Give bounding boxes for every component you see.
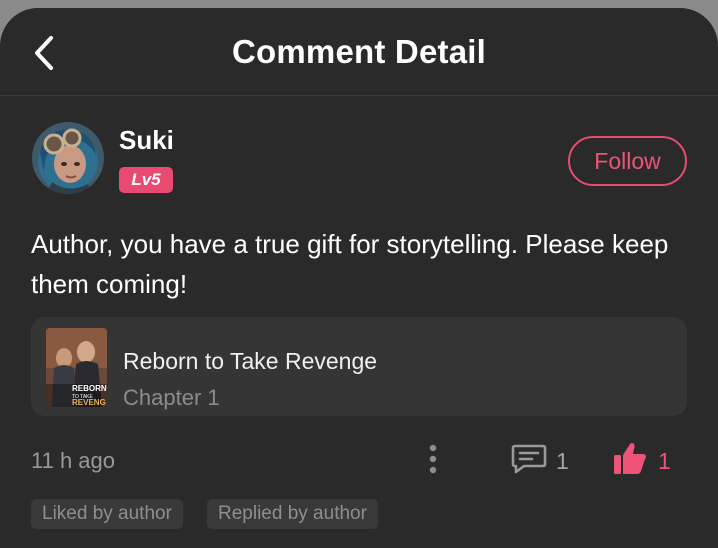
more-button[interactable] [421,442,445,476]
page-title: Comment Detail [231,33,486,70]
follow-button[interactable]: Follow [568,136,687,186]
level-badge: Lv5 [119,167,173,193]
book-title: Reborn to Take Revenge [123,348,378,374]
like-count: 1 [658,448,671,474]
comment-detail-sheet: Comment Detail Suki Lv5 Follow Author, y… [0,8,718,548]
speech-bubble-icon[interactable] [510,442,548,476]
avatar[interactable] [32,122,104,194]
reply-count: 1 [556,448,569,474]
cover-title-line1: REBORN [72,384,107,393]
cover-title-line3: REVENG [72,398,106,407]
comment-text: Author, you have a true gift for storyte… [31,229,669,299]
book-card[interactable]: REBORN TO TAKE REVENG Reborn to Take Rev… [31,317,687,416]
vertical-dots-icon [429,444,437,474]
avatar-image [32,122,104,194]
book-chapter: Chapter 1 [123,385,220,410]
thumbs-up-icon[interactable] [612,440,648,476]
timestamp: 11 h ago [31,448,116,473]
book-cover: REBORN TO TAKE REVENG [46,328,107,407]
header: Comment Detail [0,8,718,96]
username[interactable]: Suki [119,125,174,156]
